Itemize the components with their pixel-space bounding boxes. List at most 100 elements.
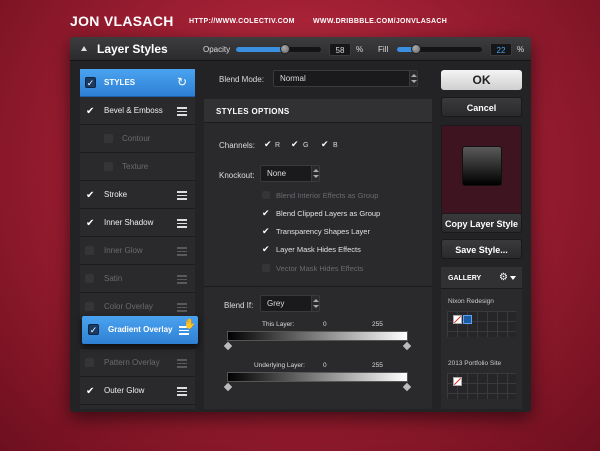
menu-icon[interactable] <box>177 219 187 230</box>
styles-list-item-stroke[interactable]: ✔ Stroke <box>80 181 195 209</box>
channel-g-check-icon[interactable]: ✔ <box>291 139 299 150</box>
styles-list-label: Satin <box>104 274 123 283</box>
menu-icon[interactable] <box>177 275 187 286</box>
check-icon[interactable]: ✔ <box>262 226 270 237</box>
reset-icon[interactable]: ↻ <box>177 75 187 89</box>
option-blend-clipped[interactable]: ✔ Blend Clipped Layers as Group <box>262 208 380 218</box>
brand-name: JON VLASACH <box>70 13 174 29</box>
select-arrows-icon[interactable] <box>311 296 319 311</box>
styles-list: ✓ STYLES ↻ ✔ Bevel & Emboss Contour Text… <box>80 69 195 409</box>
fill-input[interactable]: 22 <box>490 43 512 56</box>
option-label: Blend Interior Effects as Group <box>276 191 379 200</box>
option-label: Vector Mask Hides Effects <box>276 264 364 273</box>
styles-checkbox[interactable]: ✓ <box>85 77 96 88</box>
this-layer-gradient[interactable] <box>227 331 408 341</box>
option-transparency-shapes[interactable]: ✔ Transparency Shapes Layer <box>262 226 370 236</box>
unchecked-box[interactable] <box>262 191 270 199</box>
styles-list-item-bevel-emboss[interactable]: ✔ Bevel & Emboss <box>80 97 195 125</box>
style-swatch[interactable] <box>463 315 472 324</box>
channel-b-check-icon[interactable]: ✔ <box>321 139 329 150</box>
styles-list-item-outer-glow[interactable]: ✔ Outer Glow <box>80 377 195 405</box>
fill-slider-knob[interactable] <box>410 44 421 54</box>
this-layer-black-handle[interactable] <box>223 341 233 351</box>
underlying-layer-white-handle[interactable] <box>402 382 412 392</box>
unchecked-box[interactable] <box>262 264 270 272</box>
styles-list-item-contour[interactable]: Contour <box>80 125 195 153</box>
check-icon[interactable]: ✔ <box>86 190 94 201</box>
blend-mode-value: Normal <box>280 74 306 83</box>
styles-list-item-satin[interactable]: Satin <box>80 265 195 293</box>
unchecked-box[interactable] <box>85 302 94 311</box>
select-arrows-icon[interactable] <box>409 71 417 86</box>
underlying-layer-min: 0 <box>323 362 327 369</box>
title-bar: Layer Styles Opacity 58 % Fill 22 % <box>70 37 531 61</box>
blend-if-select[interactable]: Grey <box>260 295 320 312</box>
dribbble-link[interactable]: WWW.DRIBBBLE.COM/JONVLASACH <box>313 18 447 25</box>
styles-list-item-inner-shadow[interactable]: ✔ Inner Shadow <box>80 209 195 237</box>
copy-layer-style-button[interactable]: Copy Layer Style <box>441 213 522 233</box>
knockout-label: Knockout: <box>219 171 255 180</box>
unchecked-box[interactable] <box>104 162 113 171</box>
grab-hand-icon: ✋ <box>183 319 196 330</box>
gear-icon[interactable]: ⚙ <box>499 272 508 283</box>
blend-mode-select[interactable]: Normal <box>273 70 418 87</box>
option-vector-mask[interactable]: Vector Mask Hides Effects <box>262 264 364 273</box>
option-layer-mask[interactable]: ✔ Layer Mask Hides Effects <box>262 244 361 254</box>
underlying-layer-label: Underlying Layer: <box>254 362 305 369</box>
collapse-triangle-icon[interactable] <box>81 46 87 51</box>
styles-options-title: STYLES OPTIONS <box>216 107 290 116</box>
ok-button[interactable]: OK <box>441 70 522 90</box>
layer-styles-window: Layer Styles Opacity 58 % Fill 22 % ✓ ST… <box>70 37 531 412</box>
colectiv-link[interactable]: HTTP://WWW.COLECTIV.COM <box>189 18 295 25</box>
styles-options-header: STYLES OPTIONS <box>204 99 432 123</box>
save-style-button[interactable]: Save Style... <box>441 239 522 259</box>
check-icon[interactable]: ✔ <box>86 386 94 397</box>
unchecked-box[interactable] <box>104 134 113 143</box>
opacity-slider-knob[interactable] <box>280 44 291 54</box>
check-icon[interactable]: ✔ <box>262 208 270 219</box>
option-blend-interior[interactable]: Blend Interior Effects as Group <box>262 191 379 200</box>
channel-r-label: R <box>275 142 281 149</box>
opacity-input[interactable]: 58 <box>329 43 351 56</box>
opacity-slider[interactable] <box>236 47 321 52</box>
fill-slider[interactable] <box>397 47 482 52</box>
styles-list-item-texture[interactable]: Texture <box>80 153 195 181</box>
unchecked-box[interactable] <box>85 358 94 367</box>
menu-icon[interactable] <box>177 107 187 118</box>
this-layer-white-handle[interactable] <box>402 341 412 351</box>
check-icon[interactable]: ✔ <box>86 106 94 117</box>
gradient-overlay-checkbox[interactable]: ✓ <box>88 324 99 335</box>
underlying-layer-black-handle[interactable] <box>223 382 233 392</box>
unchecked-box[interactable] <box>85 246 94 255</box>
styles-list-item-pattern-overlay[interactable]: Pattern Overlay <box>80 349 195 377</box>
no-style-swatch[interactable] <box>453 377 462 386</box>
blend-mode-label: Blend Mode: <box>219 75 264 84</box>
styles-list-label: STYLES <box>104 78 136 87</box>
no-style-swatch[interactable] <box>453 315 462 324</box>
channel-r-check-icon[interactable]: ✔ <box>264 139 272 150</box>
styles-list-label: Inner Glow <box>104 246 143 255</box>
menu-icon[interactable] <box>177 387 187 398</box>
menu-icon[interactable] <box>177 359 187 370</box>
option-label: Layer Mask Hides Effects <box>276 245 361 254</box>
styles-list-label: Texture <box>122 162 149 171</box>
gallery-swatch-grid <box>447 373 516 399</box>
styles-list-label: Pattern Overlay <box>104 358 160 367</box>
menu-icon[interactable] <box>177 303 187 314</box>
select-arrows-icon[interactable] <box>311 166 319 181</box>
underlying-layer-gradient[interactable] <box>227 372 408 382</box>
check-icon[interactable]: ✔ <box>86 218 94 229</box>
underlying-layer-max: 255 <box>372 362 383 369</box>
menu-icon[interactable] <box>177 247 187 258</box>
menu-icon[interactable] <box>177 191 187 202</box>
styles-list-item-styles[interactable]: ✓ STYLES ↻ <box>80 69 195 97</box>
gallery-item-label: Nixon Redesign <box>448 298 494 305</box>
unchecked-box[interactable] <box>85 274 94 283</box>
dragging-gradient-overlay-item[interactable]: ✓ Gradient Overlay ✋ <box>82 316 198 344</box>
opacity-slider-fill <box>236 47 286 52</box>
check-icon[interactable]: ✔ <box>262 244 270 255</box>
knockout-select[interactable]: None <box>260 165 320 182</box>
cancel-button[interactable]: Cancel <box>441 97 522 117</box>
styles-list-item-inner-glow[interactable]: Inner Glow <box>80 237 195 265</box>
chevron-down-icon[interactable] <box>510 276 516 280</box>
